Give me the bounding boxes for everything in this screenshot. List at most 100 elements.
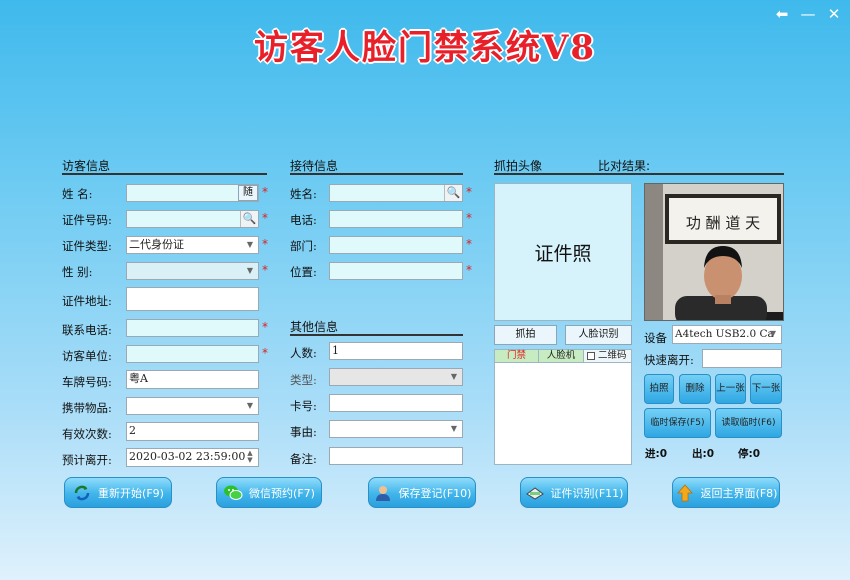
people-count-label: 人数: [290,346,317,360]
id-type-label: 证件类型: [62,239,112,253]
next-button[interactable]: 下一张 [750,374,782,404]
temp-read-button[interactable]: 读取临时(F6) [715,408,782,438]
times-label: 有效次数: [62,427,112,441]
visitor-name-input[interactable]: 随 [126,184,259,202]
reason-label: 事由: [290,425,317,439]
other-divider [290,334,463,336]
out-count: 出:0 [692,448,715,460]
temp-save-button[interactable]: 临时保存(F5) [644,408,711,438]
checkbox-icon [587,351,595,360]
visitor-section-title: 访客信息 [62,159,111,173]
qr-label: 二维码 [598,350,627,361]
wechat-icon [223,483,243,503]
device-label: 设备 [644,331,667,345]
face-recognition-button[interactable]: 人脸识别 [565,325,632,345]
search-icon[interactable]: 🔍 [240,211,258,227]
tab-face-machine[interactable]: 人脸机 [539,350,584,362]
qr-checkbox[interactable]: 二维码 [584,350,631,362]
chevron-down-icon: ▼ [769,329,777,338]
wechat-booking-label: 微信预约(F7) [249,486,315,500]
prev-button[interactable]: 上一张 [715,374,746,404]
times-input[interactable]: 2 [126,422,259,441]
company-label: 访客单位: [62,349,112,363]
user-icon [373,483,393,503]
address-label: 证件地址: [62,294,112,308]
take-photo-button[interactable]: 拍照 [644,374,674,404]
id-type-select[interactable]: 二代身份证 ▼ [126,236,259,254]
host-position-input[interactable] [329,262,463,280]
host-phone-label: 电话: [290,213,317,227]
people-count-input[interactable]: 1 [329,342,463,360]
quick-leave-input[interactable] [702,349,782,368]
restart-button[interactable]: 重新开始(F9) [64,477,172,508]
snap-button[interactable]: 抓拍 [494,325,557,345]
items-select[interactable]: ▼ [126,397,259,415]
camera-feed-image: 功 酬 道 天 [645,184,783,320]
host-name-input[interactable]: 🔍 [329,184,463,202]
visitor-divider [62,173,267,175]
host-phone-input[interactable] [329,210,463,228]
visitor-id-input[interactable]: 🔍 [126,210,259,228]
visitor-id-label: 证件号码: [62,213,112,227]
reception-divider [290,173,463,175]
search-icon[interactable]: 🔍 [444,185,462,201]
id-scan-label: 证件识别(F11) [550,486,624,500]
required-mark: * [466,185,472,199]
leave-time-label: 预计离开: [62,453,112,467]
scanner-icon [525,483,545,503]
wechat-booking-button[interactable]: 微信预约(F7) [216,477,322,508]
id-scan-button[interactable]: 证件识别(F11) [520,477,628,508]
gender-select[interactable]: ▼ [126,262,259,280]
card-no-input[interactable] [329,394,463,412]
random-button[interactable]: 随 [238,185,258,201]
chevron-down-icon: ▼ [246,401,254,410]
plate-label: 车牌号码: [62,375,112,389]
app-title: 访客人脸门禁系统V8 [253,28,597,68]
quick-leave-label: 快速离开: [644,353,694,367]
required-mark: * [466,211,472,225]
save-register-button[interactable]: 保存登记(F10) [368,477,476,508]
back-home-button[interactable]: 返回主界面(F8) [672,477,780,508]
card-no-label: 卡号: [290,399,317,413]
device-value: A4tech USB2.0 Ca [675,328,774,340]
stay-count: 停:0 [738,448,761,460]
contact-phone-input[interactable] [126,319,259,337]
required-mark: * [262,263,268,277]
host-dept-input[interactable] [329,236,463,254]
host-dept-label: 部门: [290,239,317,253]
type-label: 类型: [290,373,317,387]
company-input[interactable] [126,345,259,363]
id-type-value: 二代身份证 [129,238,184,251]
plate-input[interactable]: 粤A [126,370,259,389]
in-count: 进:0 [645,448,668,460]
gender-label: 性 别: [62,265,93,279]
other-section-title: 其他信息 [290,320,339,334]
required-mark: * [262,237,268,251]
reason-select[interactable]: ▼ [329,420,463,438]
leave-time-value: 2020-03-02 23:59:00 [129,450,246,463]
device-select[interactable]: A4tech USB2.0 Ca ▼ [672,325,782,344]
visitor-name-label: 姓 名: [62,187,93,201]
leave-time-input[interactable]: 2020-03-02 23:59:00 ▲ ▼ [126,448,259,467]
required-mark: * [466,237,472,251]
chevron-down-icon: ▼ [246,240,254,249]
tab-door[interactable]: 门禁 [495,350,539,362]
capture-divider [494,173,784,175]
contact-phone-label: 联系电话: [62,323,112,337]
refresh-icon [72,483,92,503]
capture-section-title: 抓拍头像 [494,159,543,173]
id-photo-placeholder: 证件照 [494,183,632,321]
restart-label: 重新开始(F9) [98,486,164,500]
type-select[interactable]: ▼ [329,368,463,386]
reception-section-title: 接待信息 [290,159,339,173]
save-register-label: 保存登记(F10) [398,486,472,500]
back-home-label: 返回主界面(F8) [700,486,778,500]
required-mark: * [262,346,268,360]
spinner-icon[interactable]: ▲ ▼ [243,450,257,464]
up-arrow-icon [675,483,695,503]
required-mark: * [262,211,268,225]
address-input[interactable] [126,287,259,311]
note-input[interactable] [329,447,463,465]
chevron-down-icon: ▼ [246,266,254,275]
delete-button[interactable]: 删除 [679,374,711,404]
